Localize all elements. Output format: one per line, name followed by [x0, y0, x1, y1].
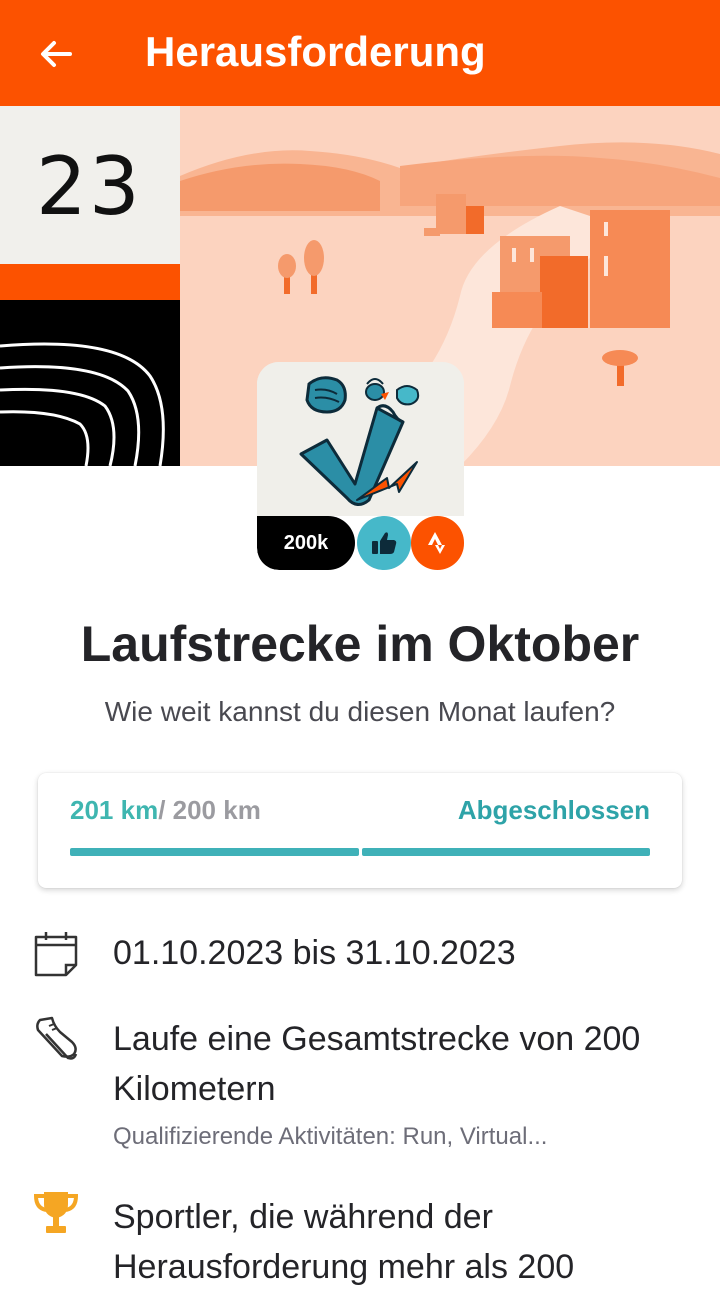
reward-row: Sportler, die während der Herausforderun… [0, 1190, 720, 1314]
calendar-day-number: 23 [36, 140, 142, 233]
progress-bar-segment [70, 848, 359, 856]
progress-total: / 200 km [158, 795, 261, 825]
strava-badge [411, 516, 464, 570]
calendar-icon [30, 927, 82, 979]
status-badge: Abgeschlossen [457, 795, 650, 825]
progress-bar-segment [361, 848, 650, 856]
trophy-icon [30, 1186, 82, 1238]
back-button[interactable] [24, 22, 88, 86]
date-range-text: 01.10.2023 bis 31.10.2023 [113, 934, 516, 972]
badge-illustration [257, 362, 464, 516]
challenge-badge: 200k [257, 362, 464, 570]
strava-logo-icon [427, 532, 445, 554]
thumbs-up-icon [372, 532, 397, 554]
goal-text: Laufe eine Gesamtstrecke von 200 Kilomet… [113, 1020, 641, 1108]
challenge-subtitle: Wie weit kannst du diesen Monat laufen? [104, 696, 616, 727]
badge-footer: 200k [257, 516, 464, 570]
progress-bar [70, 848, 650, 856]
arrow-left-icon [41, 41, 72, 67]
progress-current: 201 km [70, 795, 159, 825]
reward-text: Sportler, die während der Herausforderun… [113, 1198, 575, 1286]
goal-row: Laufe eine Gesamtstrecke von 200 Kilomet… [0, 1012, 720, 1162]
page-title: Herausforderung [145, 28, 486, 75]
participant-count-badge: 200k [257, 516, 355, 570]
qualifying-activities-text[interactable]: Qualifizierende Aktivitäten: Run, Virtua… [113, 1120, 683, 1154]
app-bar: Herausforderung [0, 0, 720, 106]
date-range-row: 01.10.2023 bis 31.10.2023 [0, 925, 720, 985]
progress-card: 201 km/ 200 km Abgeschlossen [38, 773, 682, 888]
progress-summary: 201 km/ 200 km Abgeschlossen [70, 795, 650, 835]
challenge-title: Laufstrecke im Oktober [80, 616, 640, 672]
running-shoe-icon [30, 1012, 82, 1064]
thumbs-up-badge [357, 516, 411, 570]
